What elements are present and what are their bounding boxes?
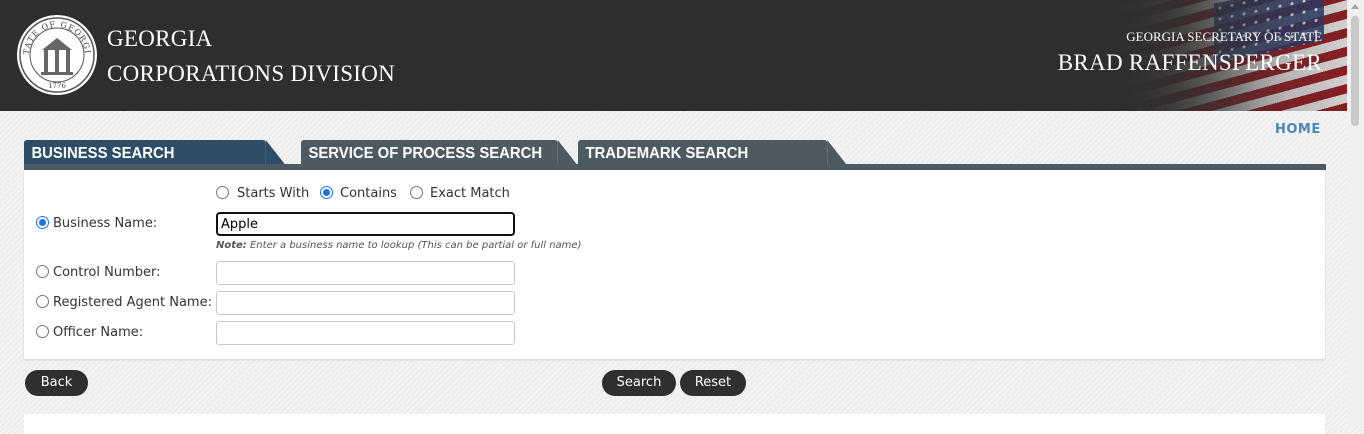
tab-service-of-process-search[interactable]: SERVICE OF PROCESS SEARCH <box>301 140 579 166</box>
scrollbar-thumb[interactable] <box>1351 16 1359 126</box>
exact-match-radio[interactable] <box>410 186 423 199</box>
scroll-up-arrow-icon[interactable] <box>1351 4 1359 9</box>
back-button[interactable]: Back <box>25 370 88 396</box>
site-title-line1: GEORGIA <box>107 26 213 51</box>
tab-label: SERVICE OF PROCESS SEARCH <box>308 145 543 162</box>
site-title-line2: CORPORATIONS DIVISION <box>107 61 396 86</box>
control-number-input[interactable] <box>216 261 515 285</box>
officer-name-label: Officer Name: <box>53 325 144 340</box>
note-prefix: Note: <box>216 240 247 251</box>
business-name-input[interactable] <box>216 212 515 236</box>
results-panel <box>24 414 1325 434</box>
exact-match-label: Exact Match <box>430 186 510 201</box>
svg-text:1776: 1776 <box>48 82 66 90</box>
control-number-label: Control Number: <box>53 265 161 280</box>
georgia-seal-logo[interactable]: STATE OF GEORGIA 1776 <box>16 14 98 96</box>
search-form-panel: Starts With Contains Exact Match Busines… <box>24 170 1325 359</box>
registered-agent-name-label: Registered Agent Name: <box>53 295 212 310</box>
site-header: STATE OF GEORGIA 1776 GEORGIA CORPORATIO… <box>0 0 1364 111</box>
starts-with-radio[interactable] <box>216 186 229 199</box>
home-link[interactable]: HOME <box>1275 122 1321 137</box>
vertical-scrollbar[interactable] <box>1347 0 1364 428</box>
note-text: Enter a business name to lookup (This ca… <box>246 240 582 251</box>
contains-label: Contains <box>340 186 397 201</box>
control-number-radio[interactable] <box>36 265 49 278</box>
tab-trademark-search[interactable]: TRADEMARK SEARCH <box>578 140 848 166</box>
reset-button[interactable]: Reset <box>680 370 746 396</box>
officer-name-radio[interactable] <box>36 325 49 338</box>
business-name-label: Business Name: <box>53 216 158 231</box>
secretary-of-state-label: GEORGIA SECRETARY OF STATE <box>1126 29 1322 44</box>
tab-label: TRADEMARK SEARCH <box>585 145 749 162</box>
secretary-of-state-name: BRAD RAFFENSPERGER <box>1057 50 1322 75</box>
tab-business-search[interactable]: BUSINESS SEARCH <box>24 140 287 166</box>
officer-name-input[interactable] <box>216 321 515 345</box>
tab-label: BUSINESS SEARCH <box>31 145 175 162</box>
business-name-radio[interactable] <box>36 216 49 229</box>
business-name-note: Note: Enter a business name to lookup (T… <box>216 240 581 251</box>
registered-agent-name-radio[interactable] <box>36 295 49 308</box>
starts-with-label: Starts With <box>237 186 310 201</box>
search-button[interactable]: Search <box>602 370 676 396</box>
contains-radio[interactable] <box>320 186 333 199</box>
registered-agent-name-input[interactable] <box>216 291 515 315</box>
